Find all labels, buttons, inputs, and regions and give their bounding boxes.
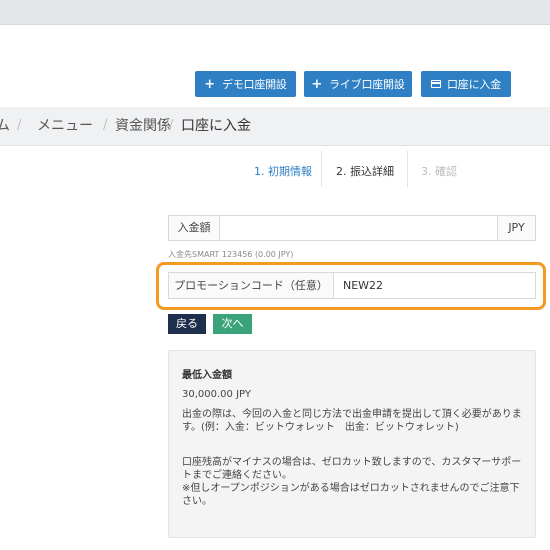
- withdrawal-note: 出金の際は、今回の入金と同じ方法で出金申請を提出して頂く必要があります。(例：入…: [182, 409, 522, 433]
- demo-account-button[interactable]: + デモ口座開設: [195, 71, 296, 97]
- info-panel: 最低入金額 30,000.00 JPY 出金の際は、今回の入金と同じ方法で出金申…: [168, 350, 536, 538]
- demo-account-label: デモ口座開設: [221, 78, 287, 91]
- zero-cut-note: 口座残高がマイナスの場合は、ゼロカット致しますので、カスタマーサポートまでご連絡…: [182, 457, 522, 481]
- top-header-band: [0, 0, 550, 25]
- step-transfer-details: 2. 振込詳細: [336, 165, 394, 178]
- live-account-button[interactable]: + ライブ口座開設: [304, 71, 412, 97]
- deposit-target-hint: 入金先SMART 123456 (0.00 JPY): [168, 250, 294, 259]
- next-button[interactable]: 次へ: [213, 314, 252, 334]
- breadcrumb-home[interactable]: ム: [0, 107, 10, 145]
- breadcrumb: ム / メニュー / 資金関係 / 口座に入金: [0, 107, 550, 146]
- back-button[interactable]: 戻る: [168, 314, 206, 334]
- step-confirm: 3. 確認: [421, 165, 457, 178]
- currency-unit: JPY: [497, 216, 535, 240]
- breadcrumb-menu[interactable]: メニュー: [37, 107, 93, 145]
- breadcrumb-funds[interactable]: 資金関係: [115, 107, 171, 145]
- action-bar: + デモ口座開設 + ライブ口座開設 口座に入金: [0, 60, 550, 108]
- amount-field[interactable]: 入金額 JPY: [168, 215, 536, 241]
- deposit-label: 口座に入金: [447, 78, 501, 91]
- deposit-button[interactable]: 口座に入金: [421, 71, 511, 97]
- breadcrumb-current: 口座に入金: [181, 118, 251, 134]
- breadcrumb-separator: /: [169, 118, 174, 133]
- step-initial-info[interactable]: 1. 初期情報: [254, 158, 312, 186]
- breadcrumb-separator: /: [17, 118, 22, 133]
- breadcrumb-separator: /: [103, 118, 108, 133]
- plus-icon: +: [311, 76, 323, 92]
- live-account-label: ライブ口座開設: [329, 78, 405, 91]
- plus-icon: +: [204, 76, 215, 92]
- promo-code-field[interactable]: プロモーションコード（任意） NEW22: [168, 272, 536, 299]
- navigation-bar: [0, 25, 550, 61]
- open-position-note: ※但しオープンポジションがある場合はゼロカットされませんのでご注意下さい。: [182, 483, 520, 507]
- promo-code-input[interactable]: NEW22: [343, 273, 383, 298]
- minimum-deposit-amount: 30,000.00 JPY: [182, 389, 251, 400]
- credit-card-icon: [431, 80, 441, 88]
- amount-label: 入金額: [169, 216, 220, 240]
- promo-code-label: プロモーションコード（任意）: [169, 273, 334, 298]
- minimum-deposit-title: 最低入金額: [182, 370, 232, 381]
